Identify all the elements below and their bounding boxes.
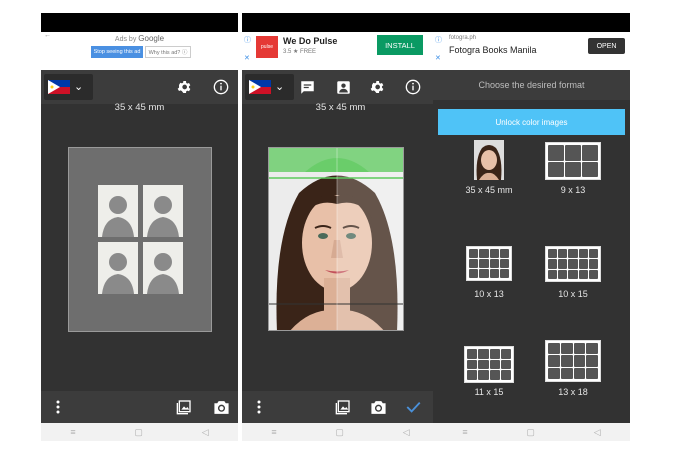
gallery-icon[interactable] — [334, 398, 352, 416]
sheet-thumbnail-9x13 — [545, 142, 601, 180]
country-selector[interactable]: ⌄ — [245, 74, 294, 100]
chat-icon[interactable] — [298, 78, 316, 96]
person-silhouette-icon — [143, 242, 183, 294]
back-icon[interactable]: ◁ — [202, 427, 209, 438]
sheet-thumbnail-10x15 — [545, 246, 601, 282]
system-nav-bar: ≡ ▢ ◁ — [242, 423, 439, 441]
recents-icon[interactable]: ≡ — [70, 427, 75, 437]
ad-domain: fotogra.ph — [449, 35, 477, 41]
phone-screen-2: ⓘ ✕ pulse We Do Pulse 3.5 ★ FREE INSTALL… — [242, 13, 439, 441]
photo-size-label: 35 x 45 mm — [315, 102, 366, 113]
ad-title: We Do Pulse — [283, 36, 338, 46]
status-bar — [41, 13, 238, 32]
google-logo: Google — [138, 34, 165, 43]
check-icon[interactable] — [404, 398, 422, 416]
ad-banner[interactable]: ⓘ ✕ fotogra.ph Fotogra Books Manila OPEN — [433, 32, 630, 70]
format-label: 11 x 15 — [474, 387, 504, 397]
sheet-thumbnail-10x13 — [466, 246, 512, 281]
format-option[interactable]: 11 x 15 — [453, 344, 525, 406]
app-logo: pulse — [256, 36, 278, 58]
portrait-thumbnail — [474, 140, 504, 180]
format-option[interactable]: 10 x 15 — [537, 242, 609, 304]
ad-rating: 3.5 ★ FREE — [283, 49, 317, 55]
ad-banner[interactable]: ⓘ ✕ pulse We Do Pulse 3.5 ★ FREE INSTALL — [242, 32, 439, 70]
ad-title: Fotogra Books Manila — [449, 45, 537, 55]
format-label: 35 x 45 mm — [465, 185, 513, 195]
format-label: 10 x 15 — [558, 289, 588, 299]
adchoices-icon[interactable]: ⓘ — [244, 35, 251, 45]
back-icon[interactable]: ◁ — [403, 427, 410, 438]
more-vert-icon[interactable] — [252, 398, 266, 416]
portrait-icon[interactable] — [334, 78, 352, 96]
format-option[interactable]: 35 x 45 mm — [453, 138, 525, 200]
camera-icon[interactable] — [369, 398, 387, 416]
format-option[interactable]: 9 x 13 — [537, 138, 609, 200]
gear-icon[interactable] — [368, 78, 386, 96]
format-prompt: Choose the desired format — [433, 70, 630, 100]
face-photo-preview — [268, 147, 404, 331]
ad-banner[interactable]: ← Ads by Google Stop seeing this ad Why … — [41, 32, 238, 70]
close-ad-icon[interactable]: ✕ — [435, 54, 441, 62]
why-this-ad-button[interactable]: Why this ad? ⓘ — [145, 46, 191, 58]
person-silhouette-icon — [98, 185, 138, 237]
camera-icon[interactable] — [212, 398, 230, 416]
flag-philippines-icon — [48, 80, 70, 94]
more-vert-icon[interactable] — [51, 398, 65, 416]
system-nav-bar: ≡ ▢ ◁ — [41, 423, 238, 441]
system-nav-bar: ≡ ▢ ◁ — [433, 423, 630, 441]
stop-seeing-ad-button[interactable]: Stop seeing this ad — [91, 46, 143, 58]
format-label: 9 x 13 — [560, 185, 586, 195]
format-option[interactable]: 10 x 13 — [453, 242, 525, 304]
chevron-down-icon: ⌄ — [275, 80, 285, 93]
format-label: 10 x 13 — [474, 289, 504, 299]
close-ad-icon[interactable]: ✕ — [244, 54, 250, 62]
back-icon[interactable]: ◁ — [594, 427, 601, 438]
chevron-down-icon: ⌄ — [74, 80, 84, 93]
top-toolbar: ⌄ — [41, 70, 238, 104]
adchoices-icon[interactable]: ⓘ — [435, 35, 442, 45]
sheet-thumbnail-13x18 — [545, 340, 601, 382]
flag-philippines-icon — [249, 80, 271, 94]
home-icon[interactable]: ▢ — [134, 427, 143, 438]
country-selector[interactable]: ⌄ — [44, 74, 93, 100]
recents-icon[interactable]: ≡ — [462, 427, 467, 437]
home-icon[interactable]: ▢ — [335, 427, 344, 438]
top-toolbar: ⌄ — [242, 70, 439, 104]
status-bar — [433, 13, 630, 32]
install-button[interactable]: INSTALL — [377, 35, 423, 55]
phone-screen-3: ⓘ ✕ fotogra.ph Fotogra Books Manila OPEN… — [433, 13, 630, 441]
home-icon[interactable]: ▢ — [526, 427, 535, 438]
info-icon[interactable] — [212, 78, 230, 96]
format-label: 13 x 18 — [558, 387, 588, 397]
face-photo — [269, 148, 403, 330]
recents-icon[interactable]: ≡ — [271, 427, 276, 437]
status-bar — [242, 13, 439, 32]
info-icon[interactable] — [404, 78, 422, 96]
bottom-toolbar — [41, 391, 238, 423]
unlock-color-button[interactable]: Unlock color images — [438, 109, 625, 135]
phone-screen-1: ← Ads by Google Stop seeing this ad Why … — [41, 13, 238, 441]
format-option[interactable]: 13 x 18 — [537, 338, 609, 400]
open-button[interactable]: OPEN — [588, 38, 625, 54]
person-silhouette-icon — [98, 242, 138, 294]
gear-icon[interactable] — [175, 78, 193, 96]
gallery-icon[interactable] — [175, 398, 193, 416]
bottom-toolbar — [242, 391, 439, 423]
person-silhouette-icon — [143, 185, 183, 237]
silhouette-grid — [98, 185, 184, 295]
photo-size-label: 35 x 45 mm — [114, 102, 165, 113]
photo-sheet-preview — [68, 147, 212, 332]
sheet-thumbnail-11x15 — [464, 346, 514, 383]
ads-by-label: Ads by — [114, 36, 137, 43]
